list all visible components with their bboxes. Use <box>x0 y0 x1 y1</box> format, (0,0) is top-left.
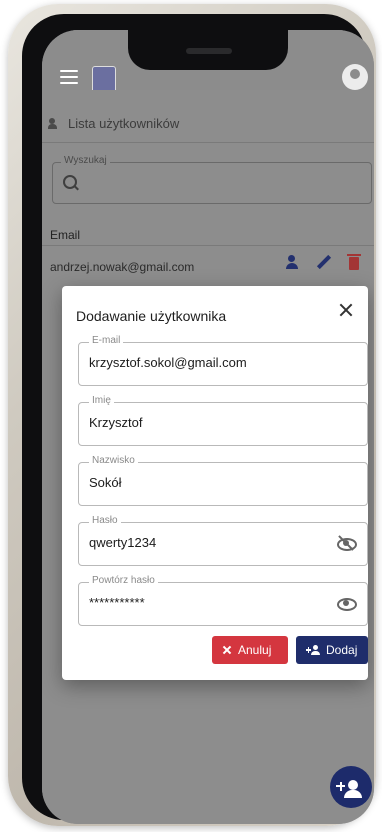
last-name-label: Nazwisko <box>89 455 138 466</box>
table-row-email: andrzej.nowak@gmail.com <box>50 260 195 274</box>
password-input[interactable] <box>89 535 319 550</box>
plus-v <box>339 781 342 791</box>
email-label: E-mail <box>89 335 124 346</box>
cancel-button-label: Anuluj <box>238 643 272 657</box>
list-title: Lista użytkowników <box>68 116 180 131</box>
phone-notch <box>128 30 288 70</box>
email-field[interactable]: E-mail <box>78 335 368 386</box>
phone-bezel: Lista użytkowników Wyszukaj Email andrze… <box>22 14 374 824</box>
phone-screen: Lista użytkowników Wyszukaj Email andrze… <box>42 30 374 824</box>
person-head <box>348 780 358 790</box>
eye-icon[interactable] <box>337 597 357 611</box>
list-header: Lista użytkowników <box>48 116 179 131</box>
last-name-input[interactable] <box>89 475 319 490</box>
account-icon[interactable] <box>342 64 368 90</box>
delete-icon[interactable] <box>346 254 362 270</box>
row-actions <box>286 254 362 270</box>
add-user-fab[interactable] <box>330 766 372 808</box>
first-name-input[interactable] <box>89 415 319 430</box>
email-input[interactable] <box>89 355 319 370</box>
edit-icon[interactable] <box>316 254 332 270</box>
search-label: Wyszukaj <box>61 155 110 166</box>
dialog-title: Dodawanie użytkownika <box>76 308 227 324</box>
cancel-button[interactable]: Anuluj <box>212 636 288 664</box>
divider <box>42 245 374 246</box>
repeat-password-input[interactable] <box>89 595 319 610</box>
people-icon <box>48 117 62 130</box>
person-body <box>344 790 362 798</box>
repeat-password-label: Powtórz hasło <box>89 575 158 586</box>
add-user-dialog: Dodawanie użytkownika E-mail Imię Nazwis… <box>62 286 368 680</box>
close-icon <box>222 645 232 655</box>
column-header-email[interactable]: Email <box>50 228 80 242</box>
manage-user-icon[interactable] <box>286 254 302 270</box>
close-icon[interactable] <box>336 300 356 320</box>
add-user-icon <box>306 645 320 655</box>
search-input[interactable]: Wyszukaj <box>52 155 372 204</box>
speaker-grille <box>186 48 232 54</box>
last-name-field[interactable]: Nazwisko <box>78 455 368 506</box>
first-name-label: Imię <box>89 395 114 406</box>
eye-off-icon[interactable] <box>337 535 357 551</box>
first-name-field[interactable]: Imię <box>78 395 368 446</box>
divider <box>42 142 374 143</box>
add-button[interactable]: Dodaj <box>296 636 368 664</box>
phone-frame: Lista użytkowników Wyszukaj Email andrze… <box>8 4 376 826</box>
menu-icon[interactable] <box>60 70 78 84</box>
password-label: Hasło <box>89 515 121 526</box>
password-field[interactable]: Hasło <box>78 515 368 566</box>
search-icon <box>63 175 77 189</box>
repeat-password-field[interactable]: Powtórz hasło <box>78 575 368 626</box>
add-button-label: Dodaj <box>326 643 358 657</box>
